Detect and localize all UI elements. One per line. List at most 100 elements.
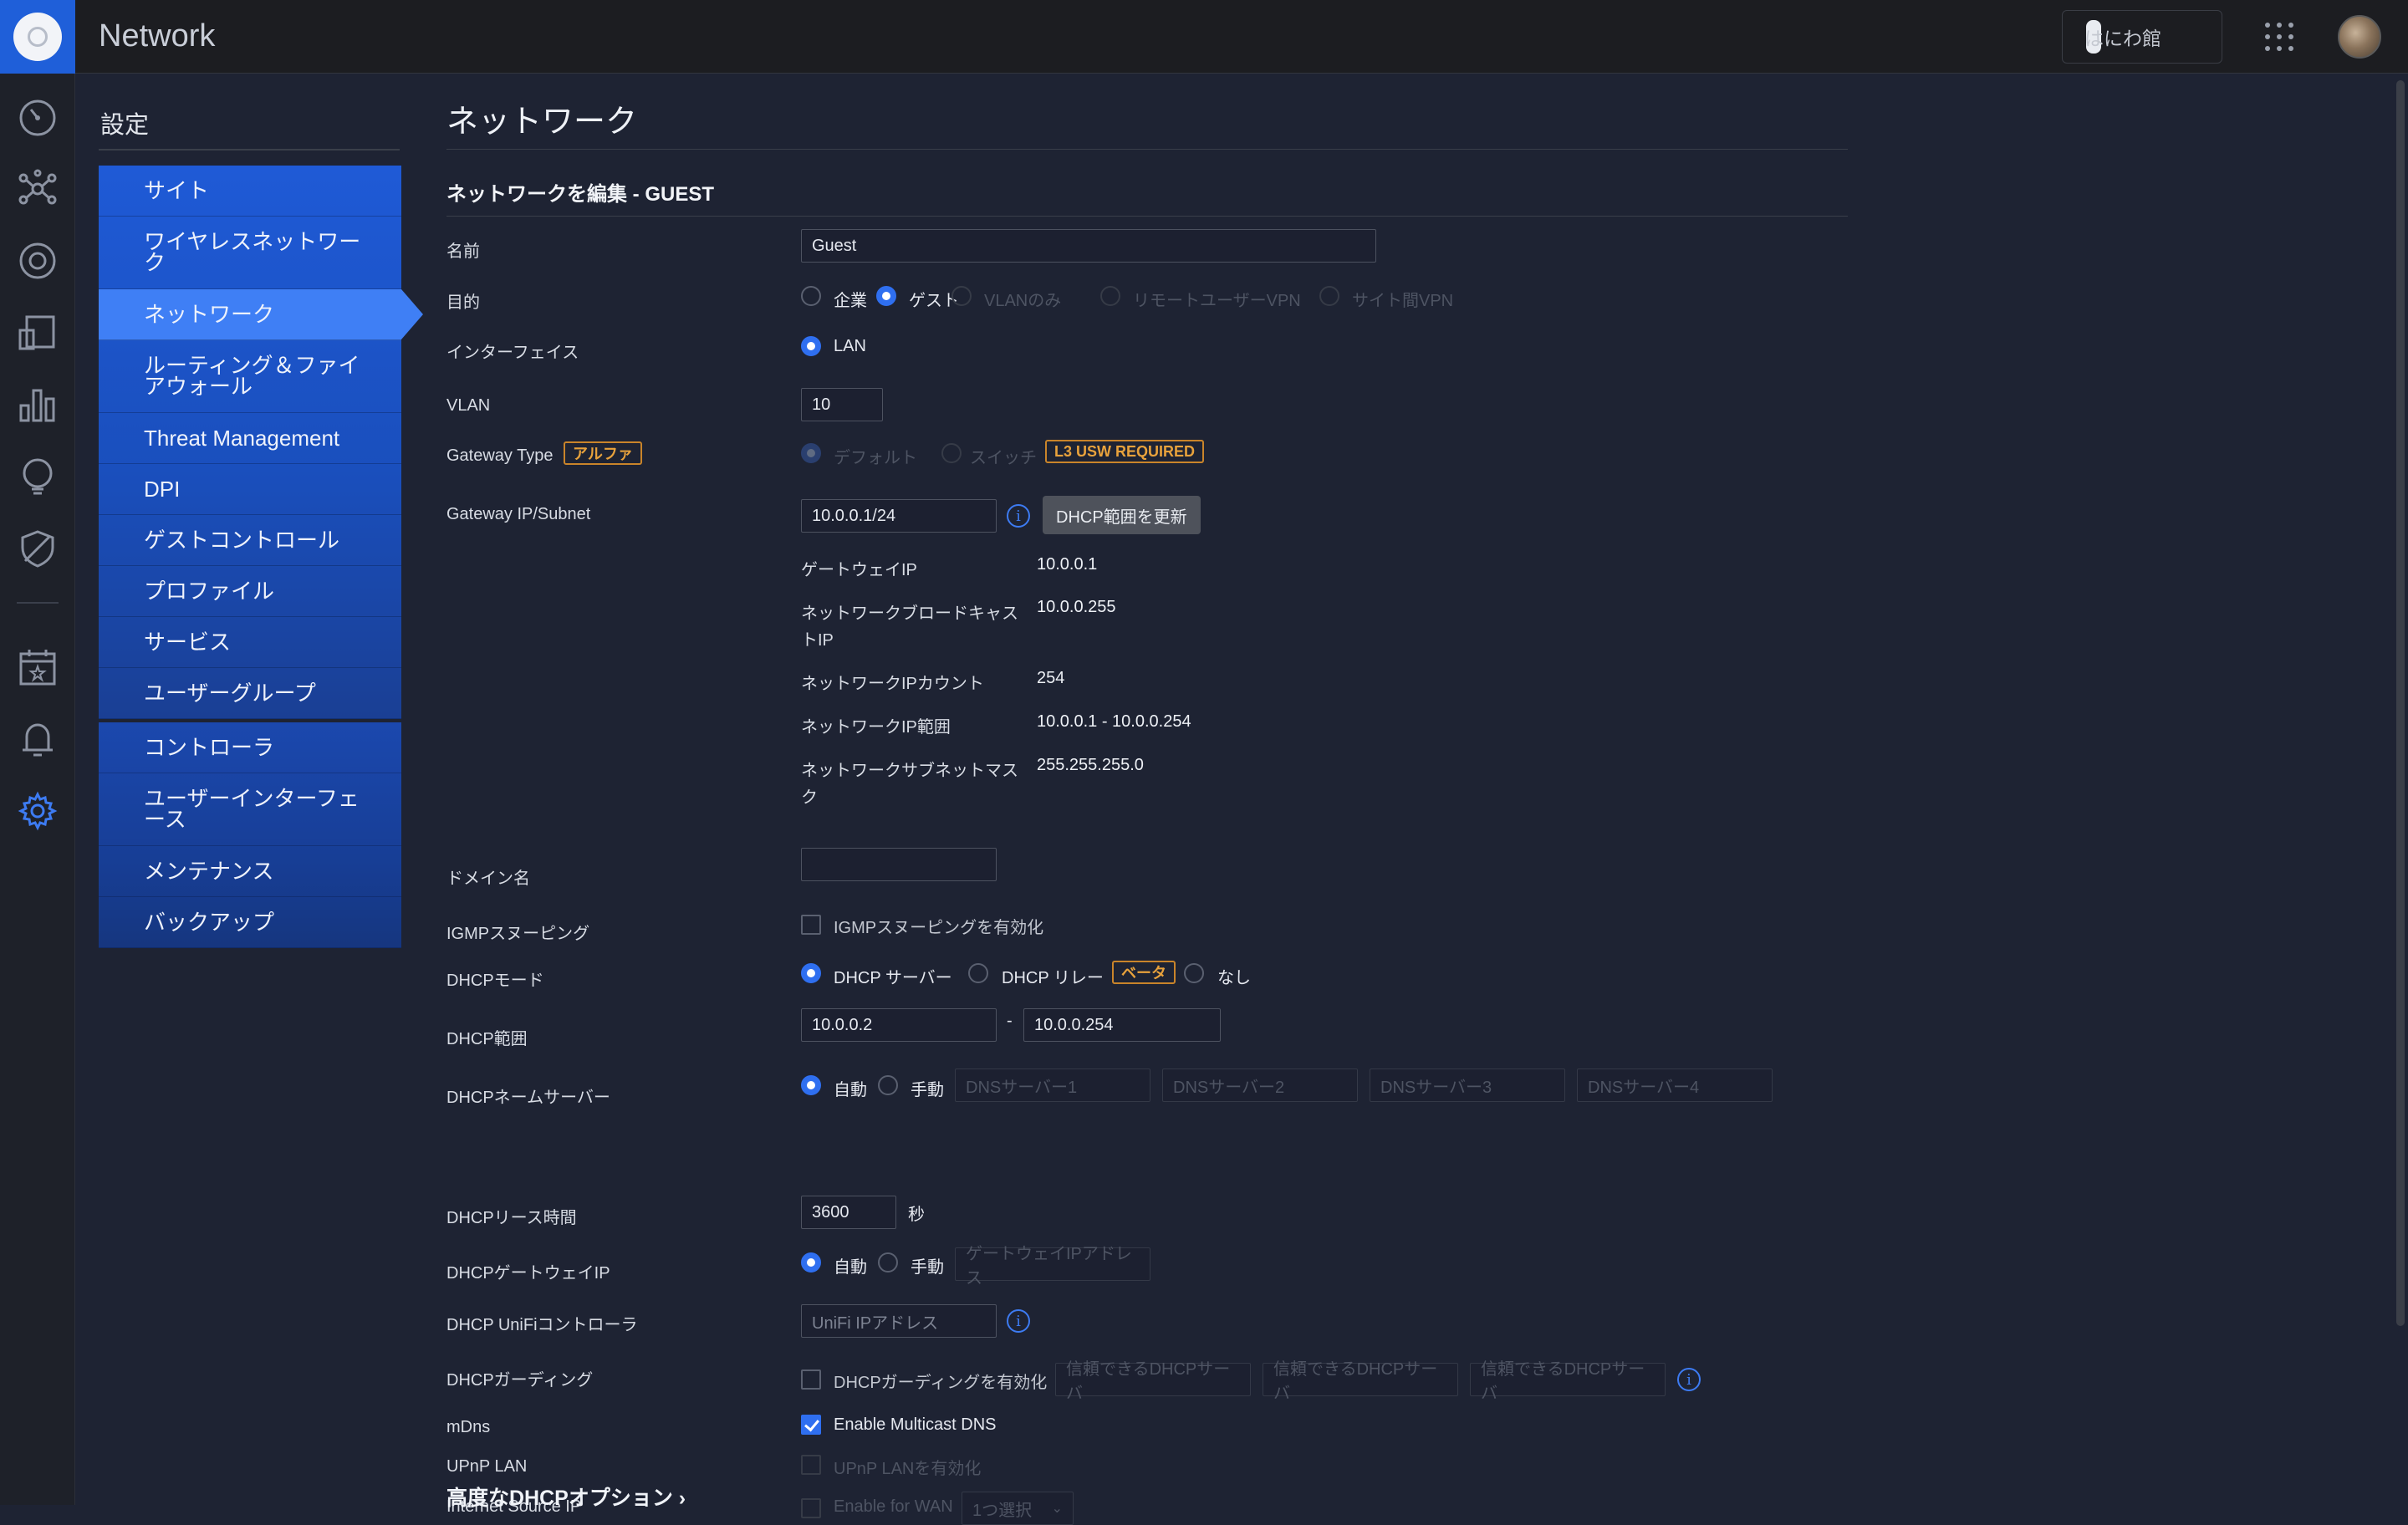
ip-range-value: 10.0.0.1 - 10.0.0.254 xyxy=(1037,712,1191,731)
purpose-site-vpn-radio[interactable] xyxy=(1319,286,1339,306)
settings-gear-icon[interactable] xyxy=(14,788,61,834)
purpose-vlan-only-radio[interactable] xyxy=(951,286,972,306)
purpose-option: 企業 xyxy=(834,292,867,310)
dhcp-range-start-input[interactable]: 10.0.0.2 xyxy=(801,1008,997,1042)
nav-item-wireless[interactable]: ワイヤレスネットワーク xyxy=(99,217,401,289)
gateway-type-option: デフォルト xyxy=(834,449,917,467)
dns-server-2-input[interactable]: DNSサーバー2 xyxy=(1162,1069,1358,1102)
user-avatar[interactable] xyxy=(2338,15,2381,59)
unifi-ip-input[interactable]: UniFi IPアドレス xyxy=(801,1304,997,1338)
info-icon[interactable]: i xyxy=(1007,1309,1030,1333)
wan-select[interactable]: 1つ選択 ⌄ xyxy=(962,1492,1074,1525)
nav-item-profiles[interactable]: プロファイル xyxy=(99,566,401,617)
dhcp-mode-option: なし xyxy=(1217,969,1251,987)
mdns-checkbox[interactable] xyxy=(801,1415,821,1435)
purpose-option: サイト間VPN xyxy=(1352,292,1454,310)
dhcp-gateway-ip-input[interactable]: ゲートウェイIPアドレス xyxy=(955,1245,1150,1288)
dns-server-1-input[interactable]: DNSサーバー1 xyxy=(955,1069,1150,1102)
domain-input[interactable] xyxy=(801,848,997,881)
dhcp-range-end-input[interactable]: 10.0.0.254 xyxy=(1023,1008,1221,1042)
nav-item-guest-control[interactable]: ゲストコントロール xyxy=(99,515,401,566)
nav-item-user-groups[interactable]: ユーザーグループ xyxy=(99,668,401,719)
events-calendar-icon[interactable] xyxy=(14,644,61,691)
dns-manual-radio[interactable] xyxy=(878,1075,898,1095)
dhcp-guarding-label: DHCPガーディング xyxy=(446,1371,594,1390)
site-selector[interactable]: はにわ館 xyxy=(2062,10,2222,64)
unifi-logo[interactable] xyxy=(0,0,75,74)
nav-item-routing-firewall[interactable]: ルーティング＆ファイアウォール xyxy=(99,340,401,413)
app-title: Network xyxy=(99,18,216,54)
dhcp-gateway-option: 自動 xyxy=(834,1258,867,1277)
trusted-dhcp-server-1-input[interactable]: 信頼できるDHCPサーバ xyxy=(1055,1360,1251,1403)
insights-icon[interactable] xyxy=(14,453,61,500)
trusted-dhcp-server-2-input[interactable]: 信頼できるDHCPサーバ xyxy=(1263,1360,1458,1403)
purpose-corporate-radio[interactable] xyxy=(801,286,821,306)
ip-count-value: 254 xyxy=(1037,669,1065,687)
alpha-badge: アルファ xyxy=(564,441,642,465)
vlan-input[interactable]: 10 xyxy=(801,388,883,421)
upnp-checkbox[interactable] xyxy=(801,1455,821,1475)
enable-wan-checkbox[interactable] xyxy=(801,1498,821,1518)
trusted-dhcp-server-3-input[interactable]: 信頼できるDHCPサーバ xyxy=(1470,1360,1666,1403)
mdns-label: mDns xyxy=(446,1418,491,1436)
broadcast-ip-label: ネットワークブロードキャストIP xyxy=(801,604,1018,650)
gateway-default-radio[interactable] xyxy=(801,443,821,463)
dhcp-guarding-checkbox[interactable] xyxy=(801,1369,821,1390)
l3-usw-required-badge: L3 USW REQUIRED xyxy=(1045,440,1205,463)
nav-item-threat-management[interactable]: Threat Management xyxy=(99,413,401,464)
nav-item-dpi[interactable]: DPI xyxy=(99,464,401,515)
info-icon[interactable]: i xyxy=(1677,1368,1701,1391)
dhcp-gateway-manual-radio[interactable] xyxy=(878,1252,898,1273)
gateway-subnet-label: Gateway IP/Subnet xyxy=(446,505,591,523)
dhcp-relay-radio[interactable] xyxy=(968,963,988,983)
update-dhcp-range-button[interactable]: DHCP範囲を更新 xyxy=(1043,496,1201,534)
dashboard-icon[interactable] xyxy=(14,94,61,141)
divider xyxy=(99,149,400,150)
dns-auto-radio[interactable] xyxy=(801,1075,821,1095)
dhcp-none-radio[interactable] xyxy=(1184,963,1204,983)
gateway-type-option: スイッチ xyxy=(970,449,1037,467)
beta-badge: ベータ xyxy=(1112,961,1176,984)
broadcast-ip-value: 10.0.0.255 xyxy=(1037,598,1116,616)
enable-wan-label: Enable for WAN xyxy=(834,1497,953,1516)
lease-unit: 秒 xyxy=(908,1206,925,1224)
dhcp-server-radio[interactable] xyxy=(801,963,821,983)
clients-icon[interactable] xyxy=(14,309,61,356)
dhcp-gateway-auto-radio[interactable] xyxy=(801,1252,821,1273)
nav-item-networks[interactable]: ネットワーク xyxy=(99,289,423,340)
name-input[interactable]: Guest xyxy=(801,229,1376,263)
dns-server-4-input[interactable]: DNSサーバー4 xyxy=(1577,1069,1773,1102)
gateway-switch-radio[interactable] xyxy=(941,443,962,463)
apps-grid-icon[interactable] xyxy=(2263,20,2296,54)
devices-icon[interactable] xyxy=(14,237,61,284)
dns-server-3-input[interactable]: DNSサーバー3 xyxy=(1370,1069,1565,1102)
nav-item-site[interactable]: サイト xyxy=(99,166,401,217)
dhcp-lease-input[interactable]: 3600 xyxy=(801,1196,896,1229)
icon-rail-items xyxy=(0,74,75,1505)
alerts-bell-icon[interactable] xyxy=(14,716,61,762)
topology-icon[interactable] xyxy=(14,166,61,212)
nav-item-backup[interactable]: バックアップ xyxy=(99,897,401,948)
nav-item-controller[interactable]: コントローラ xyxy=(99,722,401,773)
dhcp-range-label: DHCP範囲 xyxy=(446,1030,528,1048)
dhcp-mode-label: DHCPモード xyxy=(446,972,544,990)
divider xyxy=(446,216,1848,217)
dhcp-unifi-label: DHCP UniFiコントローラ xyxy=(446,1316,638,1334)
subnet-mask-label: ネットワークサブネットマスク xyxy=(801,762,1018,807)
wan-select-value: 1つ選択 xyxy=(972,1501,1033,1520)
purpose-guest-radio[interactable] xyxy=(876,286,896,306)
scrollbar[interactable] xyxy=(2396,80,2405,1326)
divider xyxy=(446,149,1848,150)
statistics-icon[interactable] xyxy=(14,381,61,428)
purpose-remote-vpn-radio[interactable] xyxy=(1100,286,1120,306)
nav-item-maintenance[interactable]: メンテナンス xyxy=(99,846,401,897)
nav-item-user-interface[interactable]: ユーザーインターフェース xyxy=(99,773,401,846)
info-icon[interactable]: i xyxy=(1007,504,1030,528)
shield-icon[interactable] xyxy=(14,525,61,572)
gateway-subnet-input[interactable]: 10.0.0.1/24 xyxy=(801,499,997,533)
dhcp-gateway-label: DHCPゲートウェイIP xyxy=(446,1264,610,1283)
advanced-dhcp-options-link[interactable]: 高度なDHCPオプション › xyxy=(446,1482,686,1512)
nav-item-services[interactable]: サービス xyxy=(99,617,401,668)
interface-lan-radio[interactable] xyxy=(801,336,821,356)
igmp-checkbox[interactable] xyxy=(801,915,821,935)
